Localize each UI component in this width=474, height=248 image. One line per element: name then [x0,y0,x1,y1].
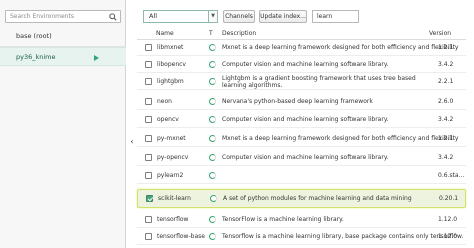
package-version: 1.2.1 [438,135,454,142]
column-header-description[interactable]: Description [222,29,256,39]
package-version: 2.2.1 [438,78,454,85]
installed-status-icon [209,172,216,179]
installed-status-icon [209,78,216,85]
row-checkbox[interactable] [145,233,152,240]
table-row[interactable]: libmxnet Mxnet is a deep learning framew… [137,40,466,56]
package-name: scikit-learn [158,195,191,202]
package-version: 3.4.2 [438,61,454,68]
package-description: Nervana's python-based deep learning fra… [222,98,373,105]
installed-status-icon [209,44,216,51]
package-description: TensorFlow is a machine learning library… [222,216,344,223]
row-checkbox[interactable] [145,135,152,142]
table-row-selected[interactable]: scikit-learn A set of python modules for… [137,189,466,208]
package-version: 0.20.1 [439,195,459,202]
package-name: py-mxnet [157,135,186,142]
installed-status-icon [209,98,216,105]
installed-status-icon [209,233,216,240]
package-filter-select[interactable]: All ▼ [143,10,218,23]
row-checkbox[interactable] [145,216,152,223]
environment-name: base (root) [16,32,52,40]
table-row[interactable]: opencv Computer vision and machine learn… [137,112,466,128]
installed-status-icon [209,216,216,223]
chevron-down-icon[interactable]: ▼ [208,11,217,22]
package-version: 3.4.2 [438,154,454,161]
package-version: 0.6.sta... [438,172,465,179]
package-version: 1.12.0 [438,216,458,223]
row-checkbox-checked[interactable] [146,195,153,202]
package-version: 3.4.2 [438,116,454,123]
package-name: tensorflow-base [157,233,205,240]
installed-status-icon [209,116,216,123]
package-search-box[interactable] [312,10,359,23]
package-name: libopencv [157,61,186,68]
channels-button[interactable]: Channels [223,10,255,23]
package-version: 1.12.0 [438,233,458,240]
environments-panel: base (root) py36_knime [0,0,126,248]
row-checkbox[interactable] [145,172,152,179]
table-header: Name T Description Version [137,29,466,39]
package-description: Mxnet is a deep learning framework desig… [222,44,459,51]
environment-search-input[interactable] [6,11,106,22]
package-name: pylearn2 [157,172,184,179]
installed-status-icon [209,154,216,161]
package-name: libmxnet [157,44,184,51]
package-description: Computer vision and machine learning sof… [222,61,389,68]
package-name: neon [157,98,172,105]
filter-value: All [149,12,158,20]
package-name: py-opencv [157,154,189,161]
row-checkbox[interactable] [145,44,152,51]
row-checkbox[interactable] [145,154,152,161]
package-description: Mxnet is a deep learning framework desig… [222,135,459,142]
installed-status-icon [209,135,216,142]
row-checkbox[interactable] [145,98,152,105]
table-row[interactable]: tensorflow-base Tensorflow is a machine … [137,229,466,245]
installed-status-icon [210,195,217,202]
row-checkbox[interactable] [145,61,152,68]
table-row[interactable]: pylearn2 0.6.sta... [137,168,466,184]
row-checkbox[interactable] [145,116,152,123]
search-icon [109,13,117,21]
package-version: 1.2.1 [438,44,454,51]
row-checkbox[interactable] [145,78,152,85]
package-description: Tensorflow is a machine learning library… [222,233,464,240]
package-description: A set of python modules for machine lear… [223,195,412,202]
environment-name: py36_knime [16,53,56,61]
package-description: Computer vision and machine learning sof… [222,154,389,161]
package-version: 2.6.0 [438,98,454,105]
package-name: lightgbm [157,78,184,85]
package-name: opencv [157,116,179,123]
environment-item-py36-knime[interactable]: py36_knime [0,47,126,66]
column-header-type[interactable]: T [209,29,213,39]
column-header-version[interactable]: Version [429,29,451,39]
table-row[interactable]: py-mxnet Mxnet is a deep learning framew… [137,131,466,147]
table-row[interactable]: neon Nervana's python-based deep learnin… [137,94,466,110]
table-row[interactable]: tensorflow TensorFlow is a machine learn… [137,212,466,228]
table-row[interactable]: libopencv Computer vision and machine le… [137,57,466,73]
package-description: Computer vision and machine learning sof… [222,116,389,123]
environment-search-box[interactable] [5,10,121,23]
column-header-name[interactable]: Name [156,29,174,39]
play-icon[interactable] [94,55,99,61]
table-row[interactable]: lightgbm Lightgbm is a gradient boosting… [137,74,466,90]
package-name: tensorflow [157,216,189,223]
collapse-panel-chevron-icon[interactable]: ‹ [128,137,136,147]
package-search-input[interactable] [313,11,358,22]
environment-item-base[interactable]: base (root) [0,27,126,46]
update-index-button[interactable]: Update index... [259,10,307,23]
installed-status-icon [209,61,216,68]
package-description: Lightgbm is a gradient boosting framewor… [222,75,416,89]
table-row[interactable]: py-opencv Computer vision and machine le… [137,150,466,166]
